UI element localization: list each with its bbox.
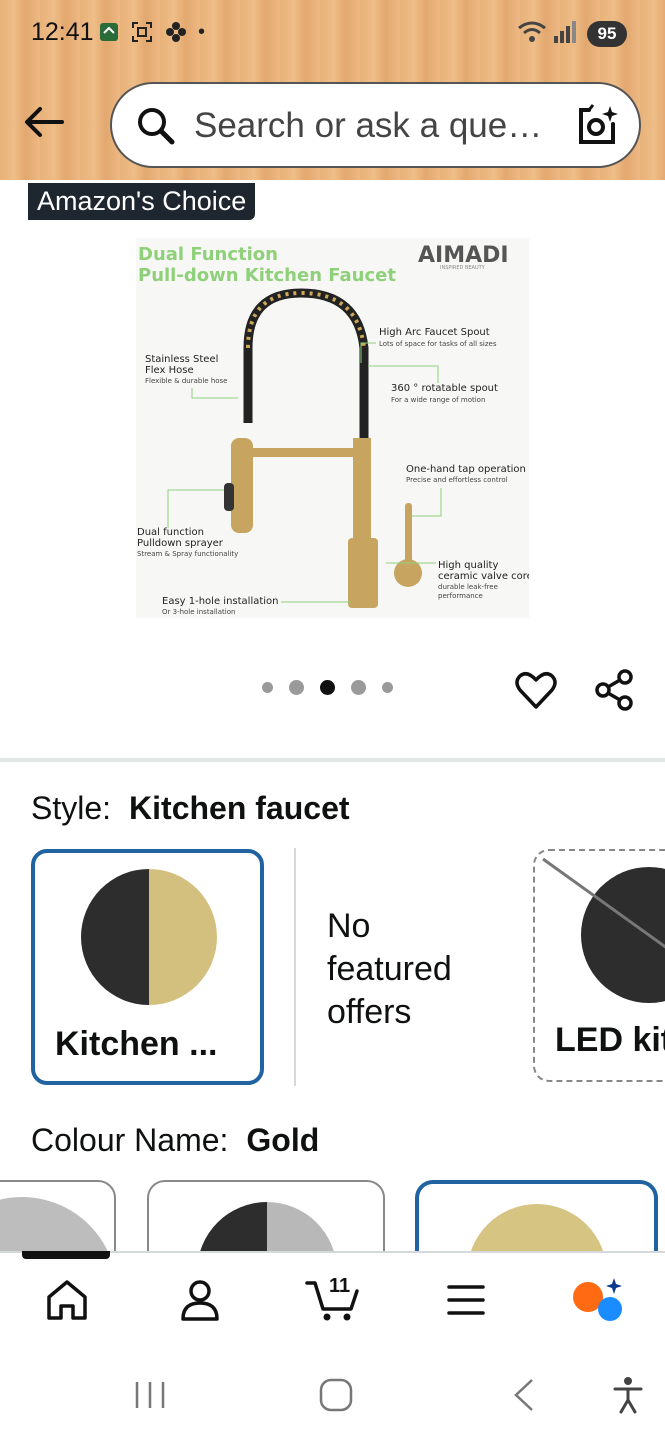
style-option-kitchen-faucet[interactable]: Kitchen ... [31, 849, 264, 1085]
bottom-navigation [0, 1251, 665, 1351]
home-button-icon[interactable] [318, 1377, 354, 1413]
option-separator [294, 848, 296, 1086]
search-bar[interactable]: Search or ask a question [110, 82, 641, 168]
feature-label: Pulldown sprayer [137, 538, 224, 549]
feature-caption: durable leak-free [438, 583, 498, 591]
camera-search-icon[interactable] [575, 104, 619, 148]
feature-caption: Flexible & durable hose [145, 377, 228, 385]
feature-caption: Stream & Spray functionality [137, 550, 238, 558]
product-image[interactable]: Dual Function Pull-down Kitchen Faucet A… [136, 238, 533, 618]
flower-icon [166, 22, 186, 42]
carousel-dot[interactable] [262, 682, 273, 693]
brand-tagline: INSPIRED BEAUTY [440, 265, 486, 271]
feature-caption: For a wide range of motion [391, 396, 485, 404]
app-notification-icon [100, 23, 118, 41]
carousel-dot-active[interactable] [320, 680, 335, 695]
feature-label: Flex Hose [145, 365, 194, 376]
image-headline-2: Pull-down Kitchen Faucet [138, 265, 396, 286]
system-back-icon[interactable] [510, 1377, 536, 1413]
back-arrow-icon[interactable] [22, 100, 66, 144]
wifi-icon [518, 21, 546, 42]
feature-caption: Lots of space for tasks of all sizes [379, 340, 497, 348]
style-option-no-offers[interactable]: No featured offers [327, 905, 487, 1034]
carousel-dot[interactable] [351, 680, 366, 695]
signal-icons [517, 20, 577, 44]
cart-count-badge: 11 [329, 1275, 351, 1297]
menu-icon[interactable] [446, 1277, 486, 1323]
more-dot-icon: • [198, 20, 206, 43]
feature-caption: Or 3-hole installation [162, 608, 235, 616]
feature-caption: performance [438, 592, 483, 600]
amazons-choice-badge: Amazon's Choice [28, 183, 256, 220]
home-icon[interactable] [44, 1277, 90, 1323]
style-selected-value: Kitchen faucet [129, 790, 350, 826]
carousel-dot[interactable] [382, 682, 393, 693]
feature-caption: Precise and effortless control [406, 476, 508, 484]
account-icon[interactable] [178, 1277, 222, 1323]
feature-label: 360 ° rotatable spout [391, 383, 498, 394]
accessibility-icon[interactable] [612, 1376, 644, 1414]
style-heading: Style: Kitchen faucet [31, 790, 350, 827]
section-divider [0, 758, 665, 762]
cell-signal-icon [554, 21, 576, 43]
feature-label: Stainless Steel [145, 354, 218, 365]
style-label: Style: [31, 790, 112, 826]
status-bar: 12:41 • 95 [0, 0, 665, 68]
style-option-label: LED kit [555, 1021, 665, 1059]
style-option-led-kit[interactable]: LED kit [533, 849, 665, 1082]
notification-icons: • [98, 20, 205, 44]
rufus-assistant-icon[interactable] [570, 1277, 626, 1323]
image-headline-1: Dual Function [138, 244, 278, 265]
battery-indicator: 95 [587, 21, 627, 47]
feature-label: Easy 1-hole installation [162, 596, 279, 607]
swatch-black-gold-icon [81, 869, 217, 1005]
image-carousel-dots[interactable] [262, 680, 393, 695]
colour-label: Colour Name: [31, 1122, 229, 1158]
colour-selected-value: Gold [246, 1122, 320, 1158]
share-icon[interactable] [592, 668, 636, 712]
carousel-dot[interactable] [289, 680, 304, 695]
screenshot-icon [132, 22, 152, 42]
feature-label: High Arc Faucet Spout [379, 327, 490, 338]
faucet-illustration: Dual Function Pull-down Kitchen Faucet A… [137, 243, 533, 616]
heart-icon[interactable] [514, 668, 558, 712]
status-time: 12:41 [31, 18, 94, 46]
feature-label: One-hand tap operation [406, 464, 526, 475]
feature-label: High quality [438, 560, 498, 571]
colour-heading: Colour Name: Gold [31, 1122, 319, 1159]
system-navigation-bar [0, 1350, 665, 1440]
feature-label: Dual function [137, 527, 204, 538]
search-input[interactable]: Search or ask a question [194, 106, 554, 146]
active-tab-indicator [22, 1251, 110, 1259]
recent-apps-icon[interactable] [133, 1380, 167, 1410]
search-icon [138, 108, 175, 145]
style-option-label: Kitchen ... [55, 1025, 218, 1063]
feature-label: ceramic valve core [438, 571, 529, 582]
